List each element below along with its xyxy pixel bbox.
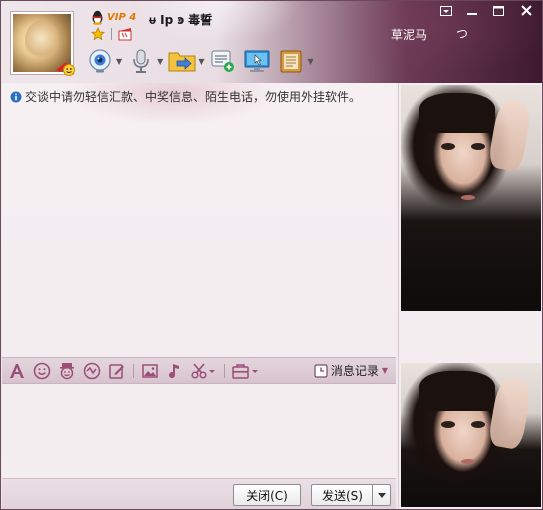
music-icon[interactable] [166,362,184,380]
apps-button[interactable]: ▼ [276,45,314,77]
close-icon [520,5,532,16]
notice-text: 交谈中请勿轻信汇款、中奖信息、陌生电话，勿使用外挂软件。 [25,90,362,104]
webcam-icon [85,46,115,76]
star-icon[interactable] [91,27,105,41]
qq-penguin-icon [92,10,103,25]
divider [224,363,225,378]
notebook-icon [276,46,306,76]
voice-call-button[interactable]: ▼ [126,45,163,77]
toolbox-icon[interactable] [232,362,260,380]
photo-hair [419,93,495,133]
bottom-bar: 关闭(C) 发送(S) [2,478,396,509]
message-input[interactable] [2,384,396,478]
window-controls [433,1,541,20]
info-icon [10,91,22,102]
contact-avatar[interactable] [10,11,75,76]
message-history[interactable]: 交谈中请勿轻信汇款、中奖信息、陌生电话，勿使用外挂软件。 [2,83,396,357]
chevron-down-icon [377,492,386,498]
minimize-icon [467,12,477,15]
my-show-photo[interactable] [401,363,541,507]
maximize-icon [492,5,504,16]
vip-level: VIP 4 [107,11,137,23]
clapperboard-icon[interactable] [118,27,132,41]
chevron-down-icon[interactable]: ▼ [198,57,204,66]
dropdown-icon [440,5,452,16]
photo-eye [471,421,485,428]
microphone-icon [126,46,156,76]
close-button[interactable]: 关闭(C) [233,484,301,506]
menu-button[interactable] [433,1,459,20]
photo-eye [471,143,485,150]
message-history-button[interactable]: 消息记录 ▼ [314,362,388,379]
vip-badge[interactable]: VIP 4 [91,9,136,25]
contact-nickname: ᵾ Ip ͽ 毒誓 [149,13,213,27]
header: VIP 4 ᵾ Ip ͽ 毒誓 草泥马 つ ▼ ▼ ▼ ▼ [1,1,542,83]
divider [111,28,112,40]
magic-face-icon[interactable] [58,362,76,380]
photo-eye [441,421,455,428]
folder-arrow-icon [167,46,197,76]
edit-icon[interactable] [108,362,126,380]
contact-photo-panel [398,83,542,509]
signature-extra: つ [456,27,469,41]
security-notice: 交谈中请勿轻信汇款、中奖信息、陌生电话，勿使用外挂软件。 [10,88,361,105]
photo-mouth [461,195,475,200]
photo-mouth [461,459,475,464]
divider [133,363,134,378]
history-label: 消息记录 [330,364,379,378]
photo-hair [419,371,495,411]
remote-assistance-button[interactable] [242,45,272,77]
emoji-icon[interactable] [33,362,51,380]
send-button[interactable]: 发送(S) [311,484,373,506]
create-discussion-button[interactable] [208,45,238,77]
contact-signature: 草泥马 [391,28,428,42]
clock-icon [314,363,328,378]
maximize-button[interactable] [485,1,511,20]
close-window-button[interactable] [511,1,541,20]
chat-toolbar: ▼ ▼ ▼ ▼ [85,45,314,77]
image-icon[interactable] [141,362,159,380]
send-options-button[interactable] [372,484,391,506]
chat-add-icon [208,46,238,76]
chevron-down-icon[interactable]: ▼ [116,57,122,66]
status-smile-icon [56,62,75,76]
monitor-cursor-icon [242,46,272,76]
status-icons [91,27,132,41]
photo-eye [441,143,455,150]
scissors-icon[interactable] [191,362,217,380]
chevron-down-icon[interactable]: ▼ [157,57,163,66]
chat-window: VIP 4 ᵾ Ip ͽ 毒誓 草泥马 つ ▼ ▼ ▼ ▼ 交谈中请勿轻信汇款、… [0,0,543,510]
minimize-button[interactable] [459,1,485,20]
contact-show-photo[interactable] [401,85,541,311]
shake-icon[interactable] [83,362,101,380]
input-toolbar: 消息记录 ▼ [2,357,396,384]
chevron-down-icon[interactable]: ▼ [307,57,313,66]
chevron-down-icon: ▼ [381,366,388,375]
send-file-button[interactable]: ▼ [167,45,204,77]
video-call-button[interactable]: ▼ [85,45,122,77]
font-icon[interactable] [8,362,26,380]
